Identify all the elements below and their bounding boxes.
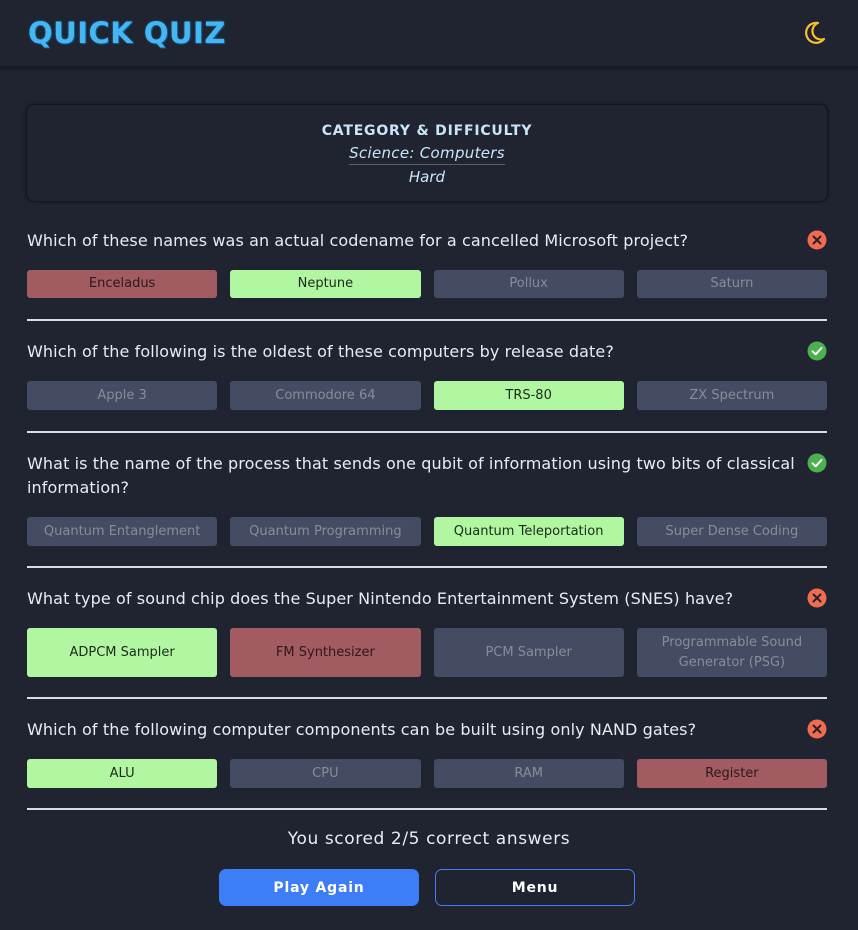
question-1: Which of these names was an actual coden… bbox=[27, 229, 827, 298]
answer-option[interactable]: Quantum Programming bbox=[230, 517, 421, 546]
question-4: What type of sound chip does the Super N… bbox=[27, 587, 827, 677]
question-divider bbox=[27, 566, 827, 568]
answer-option[interactable]: Commodore 64 bbox=[230, 381, 421, 410]
question-text: Which of these names was an actual coden… bbox=[27, 231, 689, 250]
answer-option[interactable]: Quantum Teleportation bbox=[433, 517, 624, 546]
answer-option[interactable]: TRS-80 bbox=[433, 381, 624, 410]
question-2: Which of the following is the oldest of … bbox=[27, 340, 827, 410]
menu-button[interactable]: Menu bbox=[435, 869, 635, 906]
difficulty-value: Hard bbox=[408, 168, 446, 186]
answer-option[interactable]: Neptune bbox=[230, 270, 421, 298]
answer-option[interactable]: Enceladus bbox=[27, 270, 218, 298]
moon-icon bbox=[805, 21, 826, 44]
answer-list: ADPCM Sampler FM Synthesizer PCM Sampler… bbox=[27, 628, 827, 677]
answer-option[interactable]: FM Synthesizer bbox=[230, 628, 421, 677]
question-divider bbox=[27, 319, 827, 321]
question-text: What type of sound chip does the Super N… bbox=[27, 589, 734, 608]
question-divider bbox=[27, 697, 827, 699]
answer-option[interactable]: ALU bbox=[27, 759, 218, 788]
x-circle-icon bbox=[807, 719, 827, 739]
answer-list: Apple 3 Commodore 64 TRS-80 ZX Spectrum bbox=[27, 381, 827, 410]
category-difficulty-heading: CATEGORY & DIFFICULTY bbox=[321, 123, 533, 139]
answer-option[interactable]: Saturn bbox=[636, 270, 827, 298]
score-text: You scored 2/5 correct answers bbox=[287, 829, 571, 849]
answer-option[interactable]: Apple 3 bbox=[27, 381, 218, 410]
question-text: Which of the following is the oldest of … bbox=[27, 342, 614, 361]
question-3: What is the name of the process that sen… bbox=[27, 452, 827, 546]
app-header: QUICK QUIZ bbox=[0, 0, 858, 68]
answer-option[interactable]: Register bbox=[636, 759, 827, 788]
question-divider bbox=[27, 808, 827, 810]
answer-option[interactable]: Super Dense Coding bbox=[636, 517, 827, 546]
question-text: What is the name of the process that sen… bbox=[27, 454, 795, 497]
check-circle-icon bbox=[807, 341, 827, 361]
category-value: Science: Computers bbox=[349, 144, 505, 165]
answer-option[interactable]: RAM bbox=[433, 759, 624, 788]
answer-list: Enceladus Neptune Pollux Saturn bbox=[27, 270, 827, 298]
x-circle-icon bbox=[807, 230, 827, 250]
category-difficulty-card: CATEGORY & DIFFICULTY Science: Computers… bbox=[26, 104, 828, 202]
question-divider bbox=[27, 431, 827, 433]
play-again-button[interactable]: Play Again bbox=[219, 869, 419, 906]
answer-option[interactable]: Programmable Sound Generator (PSG) bbox=[636, 628, 827, 677]
answer-list: Quantum Entanglement Quantum Programming… bbox=[27, 517, 827, 546]
theme-toggle-button[interactable] bbox=[800, 18, 830, 48]
answer-option[interactable]: Quantum Entanglement bbox=[27, 517, 218, 546]
answer-list: ALU CPU RAM Register bbox=[27, 759, 827, 788]
x-circle-icon bbox=[807, 588, 827, 608]
question-text: Which of the following computer componen… bbox=[27, 720, 697, 739]
answer-option[interactable]: CPU bbox=[230, 759, 421, 788]
answer-option[interactable]: ZX Spectrum bbox=[636, 381, 827, 410]
question-5: Which of the following computer componen… bbox=[27, 718, 827, 788]
app-logo: QUICK QUIZ bbox=[28, 16, 226, 50]
check-circle-icon bbox=[807, 453, 827, 473]
answer-option[interactable]: ADPCM Sampler bbox=[27, 628, 218, 677]
answer-option[interactable]: PCM Sampler bbox=[433, 628, 624, 677]
answer-option[interactable]: Pollux bbox=[433, 270, 624, 298]
